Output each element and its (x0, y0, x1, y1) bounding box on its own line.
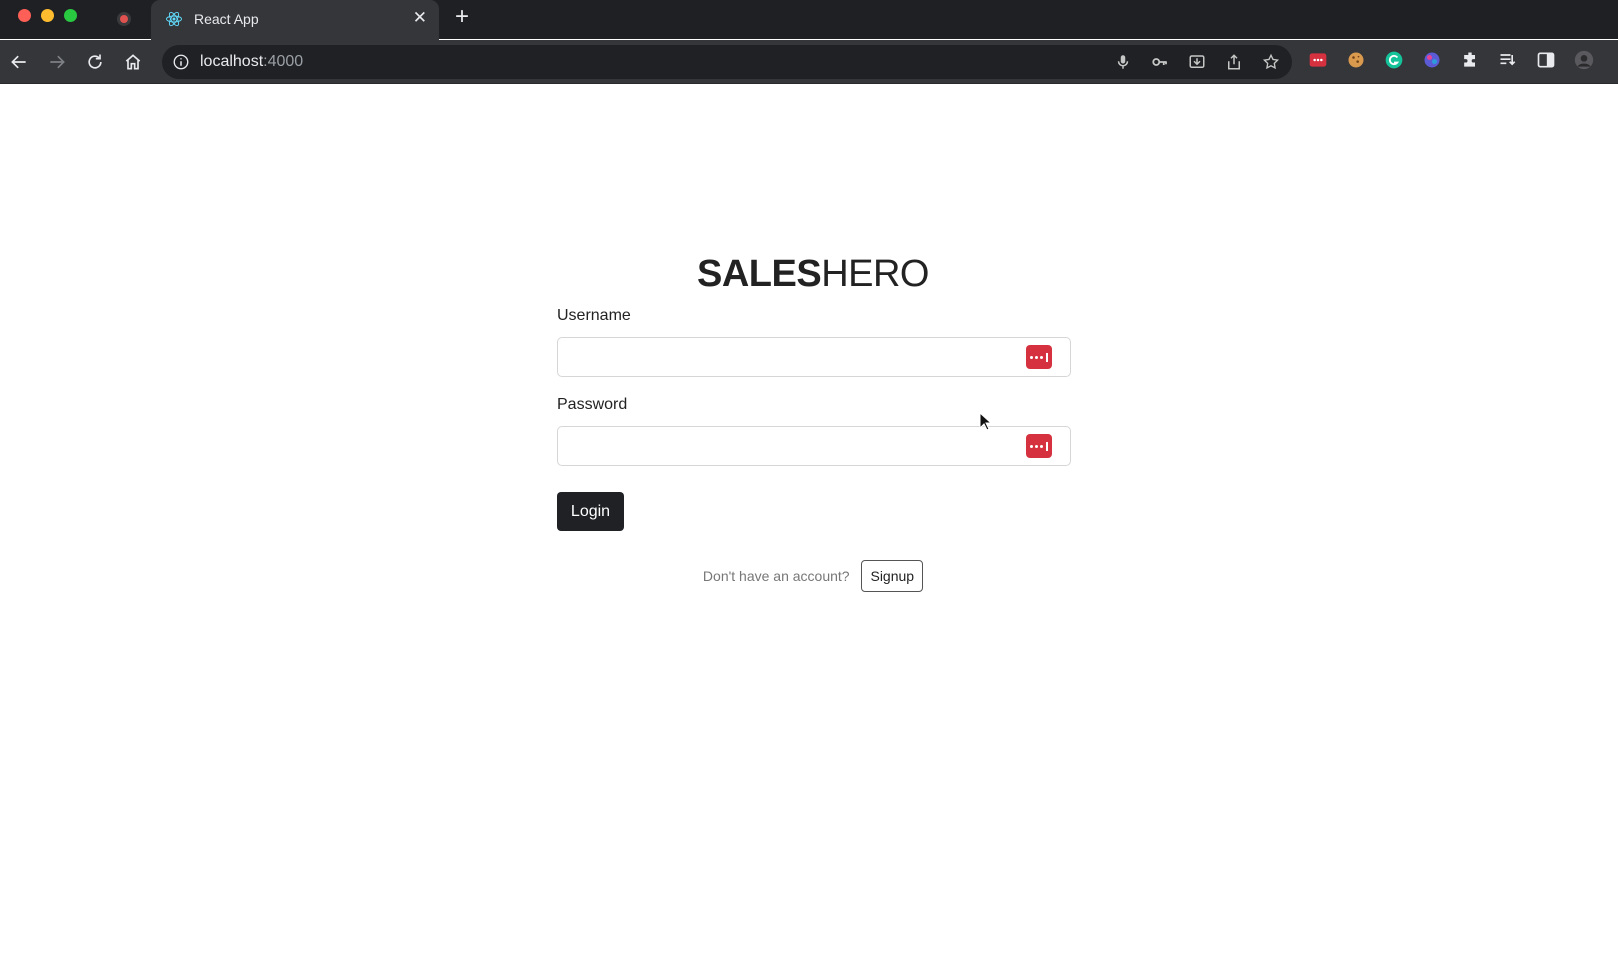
signup-prompt: Don't have an account? (702, 568, 850, 584)
browser-tab-bar: React App ✕ + (0, 0, 1618, 40)
profile-avatar-icon[interactable] (1573, 49, 1595, 71)
color-extension-icon[interactable] (1421, 49, 1443, 71)
back-arrow-icon[interactable] (7, 50, 31, 74)
url-port: :4000 (263, 53, 304, 70)
close-icon[interactable]: ✕ (413, 8, 427, 28)
install-icon[interactable] (1186, 51, 1208, 73)
minimize-window-button[interactable] (41, 9, 54, 22)
close-window-button[interactable] (18, 9, 31, 22)
home-icon[interactable] (121, 50, 145, 74)
maximize-window-button[interactable] (64, 9, 77, 22)
microphone-icon[interactable] (1112, 51, 1134, 73)
tab-title: React App (194, 11, 259, 27)
mouse-cursor-icon (979, 412, 993, 431)
cookie-extension-icon[interactable] (1345, 49, 1367, 71)
share-icon[interactable] (1223, 51, 1245, 73)
login-button[interactable]: Login (557, 492, 624, 531)
username-input[interactable] (558, 338, 1070, 376)
password-label: Password (557, 396, 628, 413)
reload-icon[interactable] (83, 50, 107, 74)
key-icon[interactable] (1149, 51, 1171, 73)
address-bar[interactable]: localhost:4000 (162, 45, 1292, 79)
grammarly-extension-icon[interactable] (1383, 49, 1405, 71)
password-manager-icon[interactable] (1026, 434, 1052, 458)
url-text[interactable]: localhost:4000 (200, 53, 303, 71)
browser-toolbar: localhost:4000 (0, 40, 1618, 84)
tab-react-app[interactable]: React App ✕ (151, 0, 439, 40)
puzzle-extensions-icon[interactable] (1459, 49, 1481, 71)
username-field-wrapper (557, 337, 1071, 377)
app-logo: SALESHERO (0, 253, 1618, 296)
new-tab-button[interactable]: + (455, 3, 469, 31)
side-panel-icon[interactable] (1535, 49, 1557, 71)
reading-list-icon[interactable] (1497, 49, 1519, 71)
bookmark-star-icon[interactable] (1260, 51, 1282, 73)
signup-button[interactable]: Signup (861, 560, 924, 592)
password-manager-icon[interactable] (1026, 345, 1052, 369)
logo-regular-text: HERO (821, 253, 929, 295)
react-icon (166, 11, 182, 27)
lastpass-extension-icon[interactable] (1307, 49, 1329, 71)
signup-row: Don't have an account? Signup (0, 560, 1618, 592)
password-input[interactable] (558, 427, 1070, 465)
record-icon[interactable] (117, 12, 131, 26)
url-host: localhost (200, 53, 264, 70)
username-label: Username (557, 307, 631, 324)
logo-bold-text: SALES (697, 253, 822, 295)
info-icon[interactable] (172, 53, 190, 71)
forward-arrow-icon[interactable] (45, 50, 69, 74)
password-field-wrapper (557, 426, 1071, 466)
login-form: Username Password Login (557, 307, 1071, 531)
